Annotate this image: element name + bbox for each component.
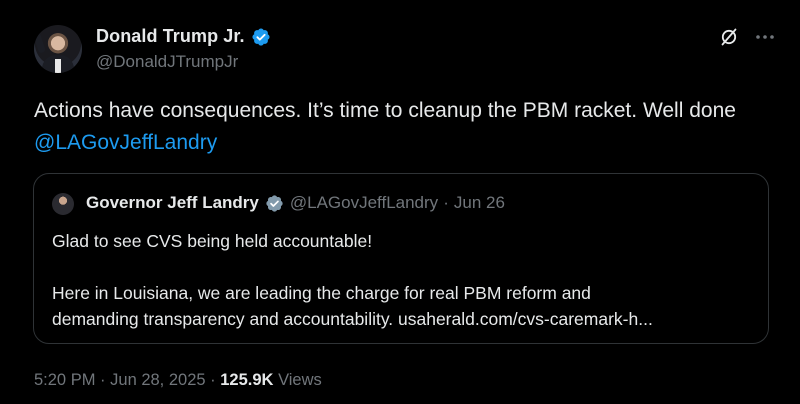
- meta-separator: ·: [210, 371, 216, 389]
- quoted-date[interactable]: Jun 26: [454, 193, 505, 213]
- verified-badge-icon: [252, 27, 270, 46]
- avatar-shirt: [55, 59, 61, 73]
- grok-icon[interactable]: [718, 26, 740, 48]
- tweet-text-body: Actions have consequences. It’s time to …: [34, 99, 736, 122]
- quoted-text-line: Here in Louisiana, we are leading the ch…: [52, 283, 591, 303]
- author-handle[interactable]: @DonaldJTrumpJr: [96, 52, 238, 72]
- quoted-text-line: Glad to see CVS being held accountable!: [52, 231, 373, 251]
- tweet-text: Actions have consequences. It’s time to …: [34, 95, 764, 159]
- quoted-text: Glad to see CVS being held accountable! …: [52, 228, 758, 332]
- quoted-text-line: demanding transparency and accountabilit…: [52, 309, 653, 329]
- author-name[interactable]: Donald Trump Jr.: [96, 26, 245, 47]
- views-label: Views: [278, 371, 322, 389]
- quoted-separator: ·: [443, 193, 449, 212]
- quoted-text-gap: [52, 254, 758, 280]
- mention-link[interactable]: @LAGovJeffLandry: [34, 131, 217, 154]
- views-count[interactable]: 125.9K: [220, 371, 273, 389]
- more-icon[interactable]: [754, 26, 776, 48]
- tweet[interactable]: Donald Trump Jr. @DonaldJTrumpJr Actions…: [0, 0, 800, 404]
- tweet-actions-top: [718, 26, 776, 48]
- avatar-arm: [34, 32, 46, 54]
- verified-badge-icon: [266, 194, 283, 212]
- quoted-avatar[interactable]: [52, 193, 74, 215]
- quoted-header: Governor Jeff Landry @LAGovJeffLandry · …: [86, 193, 505, 213]
- tweet-date[interactable]: Jun 28, 2025: [110, 371, 205, 389]
- quoted-author-handle[interactable]: @LAGovJeffLandry: [290, 193, 438, 213]
- meta-separator: ·: [100, 371, 106, 389]
- author-name-row: Donald Trump Jr.: [96, 26, 271, 47]
- author-avatar[interactable]: [34, 25, 82, 73]
- tweet-meta: 5:20 PM · Jun 28, 2025 · 125.9K Views: [34, 371, 322, 390]
- quoted-tweet[interactable]: Governor Jeff Landry @LAGovJeffLandry · …: [33, 173, 769, 344]
- tweet-time[interactable]: 5:20 PM: [34, 371, 95, 389]
- quoted-author-name[interactable]: Governor Jeff Landry: [86, 193, 259, 213]
